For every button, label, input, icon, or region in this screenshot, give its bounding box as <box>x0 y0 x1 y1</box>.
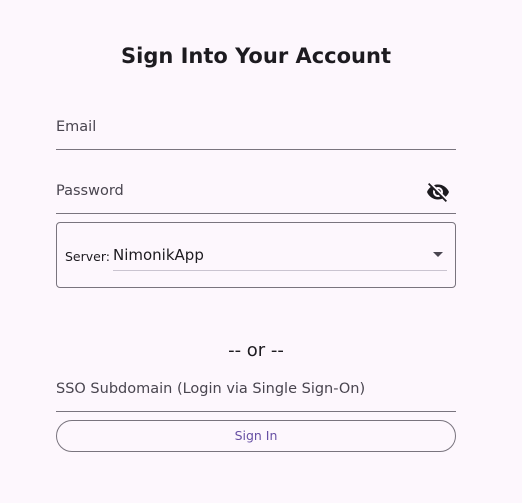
server-label: Server: <box>65 249 110 264</box>
sso-label: SSO Subdomain (Login via Single Sign-On) <box>56 381 366 397</box>
password-label: Password <box>56 183 124 199</box>
server-dropdown[interactable]: NimonikApp <box>113 240 447 271</box>
sign-in-button[interactable]: Sign In <box>56 420 456 452</box>
email-field[interactable]: Email <box>56 109 456 150</box>
email-label: Email <box>56 119 97 135</box>
page-title: Sign Into Your Account <box>121 44 391 68</box>
sso-subdomain-field[interactable]: SSO Subdomain (Login via Single Sign-On) <box>56 371 456 412</box>
password-field[interactable]: Password <box>56 173 456 214</box>
server-value: NimonikApp <box>113 246 204 264</box>
eye-off-icon[interactable] <box>426 180 450 204</box>
or-divider: -- or -- <box>228 340 284 361</box>
caret-down-icon <box>433 252 443 257</box>
server-picker: Server: NimonikApp <box>56 222 456 288</box>
